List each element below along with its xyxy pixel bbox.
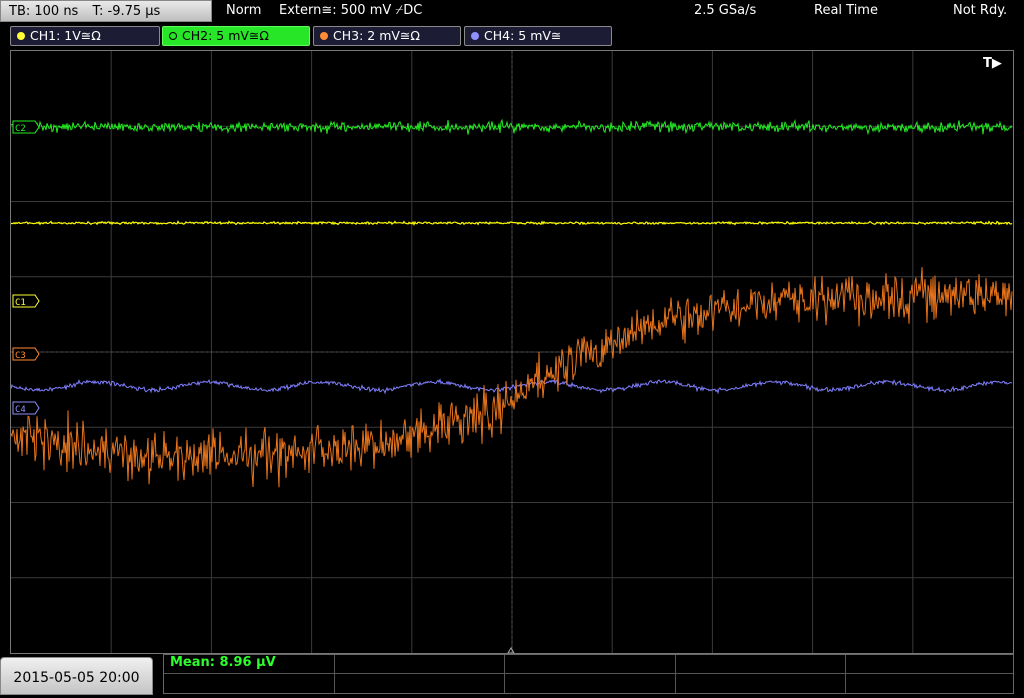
ch1-label: CH1: 1V≅Ω [30, 28, 101, 43]
channel-markers: C1 C2 C3 C4 T▶ [12, 56, 1002, 653]
trigger-position-marker[interactable]: T▶ [983, 56, 1002, 71]
tab-ch3[interactable]: CH3: 2 mV≅Ω [313, 26, 461, 46]
timebase-label: TB: 100 ns [9, 4, 79, 19]
status-bar: TB: 100 ns T: -9.75 µs Norm Extern≅: 500… [0, 0, 1024, 24]
ch2-dot-icon [169, 32, 177, 40]
meas-cell [676, 655, 846, 674]
grid [11, 51, 1013, 653]
meas-cell [335, 674, 505, 693]
sample-rate: 2.5 GSa/s [694, 3, 757, 18]
measurement-table [163, 654, 1014, 694]
ch3-dot-icon [320, 32, 328, 40]
mean-measurement: Mean: 8.96 µV [170, 655, 276, 670]
ch4-marker-label: C4 [15, 405, 26, 415]
ch2-marker[interactable]: C2 [12, 120, 40, 134]
timebase-box[interactable]: TB: 100 ns T: -9.75 µs [0, 0, 212, 22]
acquisition-status: Not Rdy. [953, 3, 1008, 18]
meas-cell [676, 674, 846, 693]
tab-ch2[interactable]: CH2: 5 mV≅Ω [162, 26, 310, 46]
meas-cell [846, 655, 1013, 674]
ch3-marker[interactable]: C3 [12, 347, 40, 361]
tab-ch1[interactable]: CH1: 1V≅Ω [10, 26, 160, 46]
trigger-mode[interactable]: Norm [226, 3, 261, 18]
meas-cell [164, 674, 335, 693]
waveform-display[interactable]: C1 C2 C3 C4 T▶ [11, 51, 1013, 653]
ch1-dot-icon [17, 32, 25, 40]
tab-ch4[interactable]: CH4: 5 mV≅ [464, 26, 612, 46]
meas-cell [335, 655, 505, 674]
ch2-marker-label: C2 [15, 124, 26, 134]
ch4-dot-icon [471, 32, 479, 40]
ch3-marker-label: C3 [15, 351, 26, 361]
ch2-label: CH2: 5 mV≅Ω [182, 28, 269, 43]
trigger-source[interactable]: Extern≅: 500 mV ⌿DC [279, 3, 422, 18]
trigger-point-icon [507, 647, 515, 653]
datetime-box[interactable]: 2015-05-05 20:00 [0, 657, 153, 695]
channel-tabs: CH1: 1V≅Ω CH2: 5 mV≅Ω CH3: 2 mV≅Ω CH4: 5… [0, 26, 1024, 48]
trigger-time-label: T: -9.75 µs [92, 4, 161, 19]
acquisition-mode: Real Time [814, 3, 878, 18]
ch1-marker-label: C1 [15, 298, 26, 308]
meas-cell [846, 674, 1013, 693]
meas-cell [505, 674, 676, 693]
ch4-marker[interactable]: C4 [12, 401, 40, 415]
ch4-label: CH4: 5 mV≅ [484, 28, 562, 43]
meas-cell [505, 655, 676, 674]
ch1-marker[interactable]: C1 [12, 294, 40, 308]
ch3-label: CH3: 2 mV≅Ω [333, 28, 420, 43]
